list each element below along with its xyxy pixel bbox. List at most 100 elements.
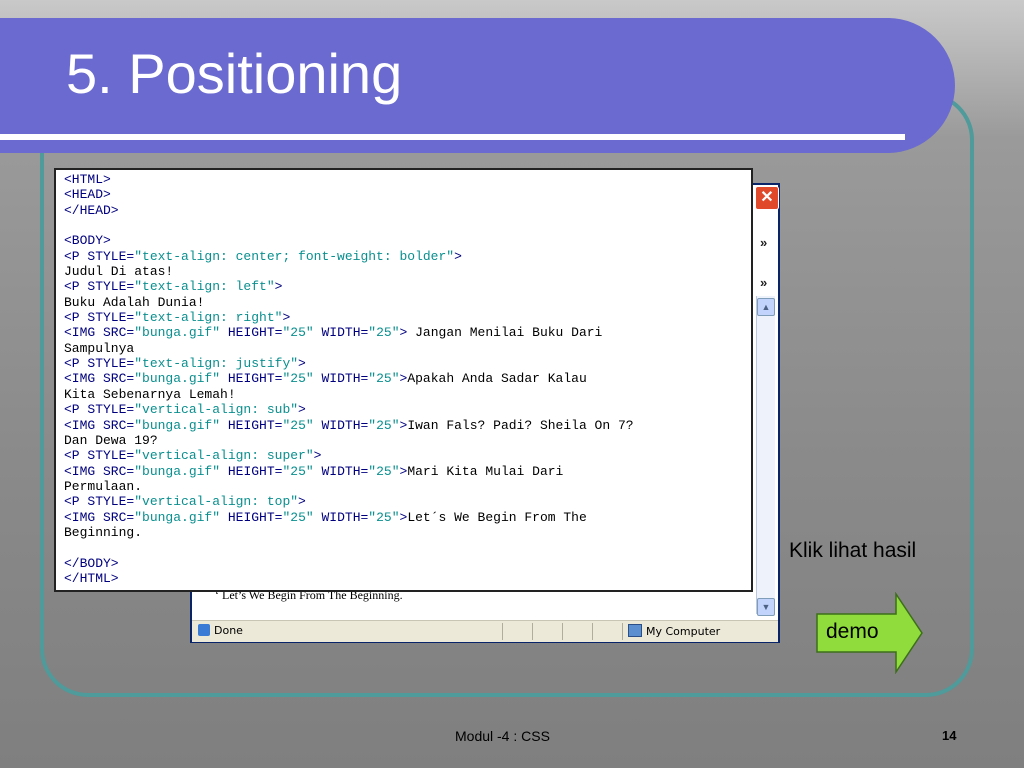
code-line: Sampulnya — [64, 341, 751, 356]
code-line: </BODY> — [64, 556, 751, 571]
code-tag: </BODY> — [64, 555, 119, 571]
code-tag: <IMG SRC= — [64, 463, 135, 479]
code-line: <IMG SRC="bunga.gif" HEIGHT="25" WIDTH="… — [64, 510, 751, 525]
chevron-right-icon[interactable]: » — [760, 235, 767, 250]
code-string: "vertical-align: top" — [134, 494, 299, 510]
code-line: <P STYLE="text-align: left"> — [64, 279, 751, 294]
code-line: <P STYLE="vertical-align: sub"> — [64, 402, 751, 417]
code-tag: HEIGHT= — [220, 509, 283, 525]
scroll-down-button[interactable]: ▼ — [757, 598, 775, 616]
code-string: "bunga.gif" — [134, 371, 221, 387]
status-done: Done — [198, 624, 243, 637]
code-string: "25" — [368, 371, 400, 387]
code-string: "25" — [282, 463, 314, 479]
status-divider — [592, 623, 593, 640]
code-tag: </HEAD> — [64, 202, 119, 218]
code-line: <P STYLE="text-align: right"> — [64, 310, 751, 325]
code-string: "25" — [368, 417, 400, 433]
code-line: <BODY> — [64, 233, 751, 248]
code-line: Beginning. — [64, 525, 751, 540]
code-string: "25" — [368, 509, 400, 525]
status-divider — [502, 623, 503, 640]
code-tag: </HTML> — [64, 570, 119, 586]
code-string: "bunga.gif" — [134, 417, 221, 433]
code-tag: > — [274, 279, 283, 295]
code-text: Kita Sebenarnya Lemah! — [64, 386, 236, 402]
code-tag: WIDTH= — [313, 509, 369, 525]
code-tag: HEIGHT= — [220, 371, 283, 387]
code-string: "vertical-align: sub" — [134, 402, 299, 418]
code-line: <P STYLE="text-align: center; font-weigh… — [64, 249, 751, 264]
status-zone-label: My Computer — [646, 625, 721, 638]
code-tag: <HEAD> — [64, 187, 111, 203]
code-string: "25" — [368, 325, 400, 341]
computer-icon — [628, 624, 642, 637]
close-icon[interactable]: ✕ — [755, 186, 779, 210]
klik-lihat-hasil-label: Klik lihat hasil — [789, 539, 917, 562]
code-text: Beginning. — [64, 524, 143, 540]
code-string: "text-align: center; font-weight: bolder… — [134, 248, 455, 264]
code-tag: <IMG SRC= — [64, 325, 135, 341]
code-tag: <BODY> — [64, 233, 111, 249]
code-line: <P STYLE="vertical-align: top"> — [64, 494, 751, 509]
code-tag: <P STYLE= — [64, 356, 135, 372]
code-string: "text-align: right" — [134, 310, 283, 326]
code-listing: <HTML> <HEAD> </HEAD> <BODY> <P STYLE="text… — [54, 168, 753, 592]
code-line: Permulaan. — [64, 479, 751, 494]
code-tag: > — [298, 356, 306, 372]
code-text: Apakah Anda Sadar Kalau — [407, 371, 587, 387]
vertical-scrollbar[interactable] — [756, 296, 775, 614]
code-string: "text-align: justify" — [134, 356, 299, 372]
demo-button-label[interactable]: demo — [826, 620, 879, 644]
code-string: "bunga.gif" — [134, 325, 221, 341]
code-text: Permulaan. — [64, 478, 143, 494]
code-line: <P STYLE="text-align: justify"> — [64, 356, 751, 371]
status-divider — [562, 623, 563, 640]
code-line: Buku Adalah Dunia! — [64, 295, 751, 310]
code-tag: <HTML> — [64, 172, 111, 187]
code-tag: <P STYLE= — [64, 494, 135, 510]
code-line: Dan Dewa 19? — [64, 433, 751, 448]
code-line: <IMG SRC="bunga.gif" HEIGHT="25" WIDTH="… — [64, 418, 751, 433]
code-tag: <IMG SRC= — [64, 371, 135, 387]
status-done-label: Done — [214, 624, 243, 637]
code-line: <P STYLE="vertical-align: super"> — [64, 448, 751, 463]
page-number: 14 — [942, 728, 957, 743]
footer-text: Modul -4 : CSS — [455, 728, 550, 744]
status-divider — [532, 623, 533, 640]
code-tag: <P STYLE= — [64, 248, 135, 264]
code-string: "text-align: left" — [134, 279, 275, 295]
status-divider — [622, 623, 623, 640]
code-string: "bunga.gif" — [134, 463, 221, 479]
code-string: "25" — [368, 463, 400, 479]
code-tag: <P STYLE= — [64, 279, 135, 295]
code-line: </HEAD> — [64, 203, 751, 218]
code-text: Let´s We Begin From The — [407, 509, 587, 525]
code-string: "25" — [282, 417, 314, 433]
code-text: Jangan Menilai Buku Dari — [407, 325, 603, 341]
code-tag: HEIGHT= — [220, 325, 283, 341]
slide-title: 5. Positioning — [66, 42, 403, 105]
code-string: "bunga.gif" — [134, 509, 221, 525]
code-line: <IMG SRC="bunga.gif" HEIGHT="25" WIDTH="… — [64, 325, 751, 340]
code-string: "25" — [282, 509, 314, 525]
code-line: <IMG SRC="bunga.gif" HEIGHT="25" WIDTH="… — [64, 371, 751, 386]
code-tag: <P STYLE= — [64, 448, 135, 464]
status-bar: Done My Computer — [192, 620, 778, 642]
scroll-up-button[interactable]: ▲ — [757, 298, 775, 316]
code-tag: <IMG SRC= — [64, 417, 135, 433]
code-text: Iwan Fals? Padi? Sheila On 7? — [407, 417, 634, 433]
chevron-right-icon[interactable]: » — [760, 275, 767, 290]
code-line: </HTML> — [64, 571, 751, 586]
code-tag: > — [298, 402, 306, 418]
code-line: <HTML> — [64, 172, 751, 187]
code-tag: HEIGHT= — [220, 417, 283, 433]
code-tag: <P STYLE= — [64, 402, 135, 418]
code-tag: <P STYLE= — [64, 310, 135, 326]
code-tag: > — [313, 448, 322, 464]
code-tag: <IMG SRC= — [64, 509, 135, 525]
code-tag: WIDTH= — [313, 417, 369, 433]
code-string: "25" — [282, 325, 314, 341]
